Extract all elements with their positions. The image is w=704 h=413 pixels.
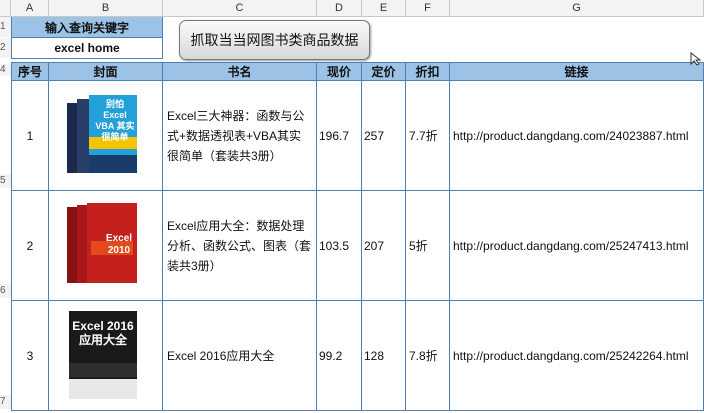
header-title[interactable]: 书名	[163, 62, 317, 81]
header-index[interactable]: 序号	[11, 62, 49, 81]
col-header-c[interactable]: C	[163, 0, 317, 17]
link-cell[interactable]: http://product.dangdang.com/25247413.htm…	[450, 191, 704, 301]
price-cell[interactable]: 103.5	[317, 191, 362, 301]
col-header-e[interactable]: E	[362, 0, 406, 17]
select-all-corner[interactable]	[0, 0, 11, 17]
col-header-b[interactable]: B	[49, 0, 163, 17]
discount-cell[interactable]: 7.7折	[406, 81, 450, 191]
cover-cell[interactable]: Excel 2016 应用大全	[49, 301, 163, 411]
query-input-cell[interactable]: excel home	[11, 38, 163, 59]
col-header-a[interactable]: A	[11, 0, 49, 17]
fetch-dangdang-button[interactable]: 抓取当当网图书类商品数据	[179, 20, 370, 60]
title-cell[interactable]: Excel应用大全：数据处理分析、函数公式、图表（套装共3册）	[163, 191, 317, 301]
mouse-cursor-icon	[690, 51, 702, 71]
discount-cell[interactable]: 5折	[406, 191, 450, 301]
cover-cell[interactable]: 别怕 Excel VBA 其实很简单	[49, 81, 163, 191]
discount-cell[interactable]: 7.8折	[406, 301, 450, 411]
row-number[interactable]: 6	[0, 284, 11, 298]
cover-text: 别怕 Excel VBA 其实很简单	[95, 99, 135, 142]
row-number[interactable]: 7	[0, 395, 11, 409]
cover-text: Excel 2010	[105, 233, 133, 256]
title-cell[interactable]: Excel三大神器：函数与公式+数据透视表+VBA其实很简单（套装共3册）	[163, 81, 317, 191]
cover-cell[interactable]: Excel 2010	[49, 191, 163, 301]
row-index-cell[interactable]: 1	[11, 81, 49, 191]
header-price[interactable]: 现价	[317, 62, 362, 81]
spreadsheet: A B C D E F G 1 2 4 5 6 7 输入查询关键字 excel …	[0, 0, 704, 413]
cover-text: Excel 2016 应用大全	[72, 319, 134, 347]
link-cell[interactable]: http://product.dangdang.com/24023887.htm…	[450, 81, 704, 191]
price-cell[interactable]: 99.2	[317, 301, 362, 411]
header-cover[interactable]: 封面	[49, 62, 163, 81]
header-link[interactable]: 链接	[450, 62, 704, 81]
link-cell[interactable]: http://product.dangdang.com/25242264.htm…	[450, 301, 704, 411]
title-cell[interactable]: Excel 2016应用大全	[163, 301, 317, 411]
query-label-cell[interactable]: 输入查询关键字	[11, 17, 163, 38]
row-number[interactable]: 2	[0, 38, 11, 58]
row-number[interactable]: 1	[0, 17, 11, 37]
col-header-g[interactable]: G	[450, 0, 704, 17]
price-cell[interactable]: 196.7	[317, 81, 362, 191]
row-number[interactable]: 5	[0, 174, 11, 188]
list-price-cell[interactable]: 257	[362, 81, 406, 191]
header-discount[interactable]: 折扣	[406, 62, 450, 81]
list-price-cell[interactable]: 128	[362, 301, 406, 411]
row-index-cell[interactable]: 2	[11, 191, 49, 301]
col-header-d[interactable]: D	[317, 0, 362, 17]
row-number[interactable]: 4	[0, 64, 11, 76]
col-header-f[interactable]: F	[406, 0, 450, 17]
header-list-price[interactable]: 定价	[362, 62, 406, 81]
row-index-cell[interactable]: 3	[11, 301, 49, 411]
list-price-cell[interactable]: 207	[362, 191, 406, 301]
